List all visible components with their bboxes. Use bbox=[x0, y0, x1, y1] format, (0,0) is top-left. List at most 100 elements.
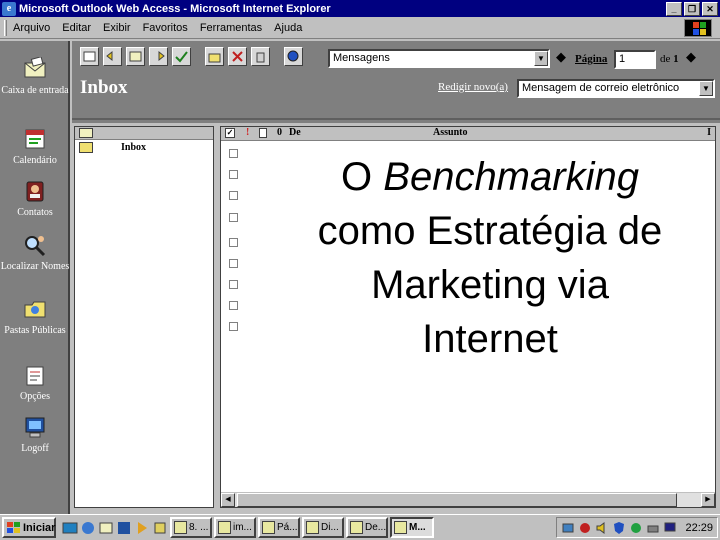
message-row-checkbox[interactable] bbox=[229, 322, 238, 331]
check-names-icon[interactable] bbox=[172, 47, 191, 66]
page-label: Página bbox=[575, 53, 608, 65]
next-page-icon[interactable]: ◆ bbox=[686, 49, 696, 65]
importance-column[interactable]: ! bbox=[246, 127, 249, 138]
reply-icon[interactable] bbox=[103, 47, 122, 66]
sidebar-item-label: Localizar Nomes bbox=[0, 261, 70, 272]
page-of-label: de bbox=[660, 53, 671, 65]
trash-icon[interactable] bbox=[251, 47, 270, 66]
chevron-down-icon[interactable]: ▼ bbox=[699, 81, 713, 96]
item-type-icon[interactable] bbox=[259, 128, 267, 138]
task-icon bbox=[306, 521, 319, 534]
taskbar-task[interactable]: im... bbox=[214, 517, 256, 538]
quick-launch bbox=[62, 520, 168, 536]
message-row-checkbox[interactable] bbox=[229, 191, 238, 200]
column-subject[interactable]: Assunto bbox=[433, 127, 467, 138]
sidebar-item-public-folders[interactable]: Pastas Públicas bbox=[0, 297, 70, 337]
sidebar-item-contacts[interactable]: Contatos bbox=[0, 179, 70, 219]
view-select-value: Mensagens bbox=[333, 52, 390, 64]
sidebar-item-calendar[interactable]: Calendário bbox=[0, 127, 70, 167]
slide-title-line2: como Estratégia de bbox=[317, 209, 663, 253]
sidebar-item-find-names[interactable]: Localizar Nomes bbox=[0, 233, 70, 273]
message-row-checkbox[interactable] bbox=[229, 280, 238, 289]
task-icon bbox=[262, 521, 275, 534]
internet-explorer-icon[interactable] bbox=[80, 520, 96, 536]
volume-icon[interactable] bbox=[595, 521, 609, 535]
scroll-left-icon[interactable]: ◀ bbox=[221, 493, 235, 507]
start-button[interactable]: Iniciar bbox=[2, 517, 56, 538]
scroll-right-icon[interactable]: ▶ bbox=[701, 493, 715, 507]
sidebar-item-logoff[interactable]: Logoff bbox=[0, 415, 70, 455]
message-row-checkbox[interactable] bbox=[229, 301, 238, 310]
messenger-icon[interactable] bbox=[629, 521, 643, 535]
sidebar-item-label: Logoff bbox=[21, 443, 49, 454]
options-icon bbox=[22, 363, 48, 387]
attachment-icon[interactable]: 0 bbox=[277, 127, 282, 138]
chevron-down-icon[interactable]: ▼ bbox=[534, 51, 548, 66]
folder-item-inbox[interactable]: Inbox bbox=[75, 140, 213, 156]
menu-view[interactable]: Exibir bbox=[103, 22, 131, 34]
antivirus-icon[interactable] bbox=[578, 521, 592, 535]
column-size[interactable]: I bbox=[707, 127, 711, 138]
delete-icon[interactable] bbox=[228, 47, 247, 66]
outlook-icon[interactable] bbox=[98, 520, 114, 536]
paint-icon[interactable] bbox=[152, 520, 168, 536]
word-icon[interactable] bbox=[116, 520, 132, 536]
horizontal-scrollbar[interactable]: ◀ ▶ bbox=[221, 492, 715, 507]
display-icon[interactable] bbox=[663, 521, 677, 535]
desktop-icon[interactable] bbox=[62, 520, 78, 536]
prev-page-icon[interactable]: ◆ bbox=[556, 49, 566, 65]
page-input[interactable]: 1 bbox=[614, 50, 656, 69]
taskbar-task[interactable]: Di... bbox=[302, 517, 344, 538]
menu-favorites[interactable]: Favoritos bbox=[143, 22, 188, 34]
taskbar-task[interactable]: De... bbox=[346, 517, 388, 538]
close-button[interactable]: ✕ bbox=[702, 1, 718, 16]
task-icon bbox=[218, 521, 231, 534]
slide-title-line3: Marketing via bbox=[371, 263, 609, 307]
taskbar-task[interactable]: Pá... bbox=[258, 517, 300, 538]
up-folder-icon[interactable] bbox=[79, 128, 93, 138]
forward-icon[interactable] bbox=[149, 47, 168, 66]
view-select[interactable]: Mensagens ▼ bbox=[328, 49, 550, 68]
message-row-checkbox[interactable] bbox=[229, 213, 238, 222]
compose-type-select[interactable]: Mensagem de correio eletrônico ▼ bbox=[517, 79, 715, 98]
windows-flag-icon bbox=[7, 521, 21, 534]
move-icon[interactable] bbox=[205, 47, 224, 66]
select-all-checkbox[interactable]: ✓ bbox=[225, 128, 235, 138]
system-tray: 22:29 bbox=[556, 517, 718, 538]
shield-icon[interactable] bbox=[612, 521, 626, 535]
address-book-icon[interactable] bbox=[284, 47, 303, 66]
task-icon bbox=[174, 521, 187, 534]
minimize-button[interactable]: _ bbox=[666, 1, 682, 16]
menu-help[interactable]: Ajuda bbox=[274, 22, 302, 34]
printer-icon[interactable] bbox=[646, 521, 660, 535]
clock: 22:29 bbox=[685, 521, 713, 534]
scroll-thumb[interactable] bbox=[237, 493, 677, 507]
network-icon[interactable] bbox=[561, 521, 575, 535]
window-title: Microsoft Outlook Web Access - Microsoft… bbox=[19, 2, 331, 15]
window-controls: _ ❐ ✕ bbox=[666, 1, 718, 16]
message-row-checkbox[interactable] bbox=[229, 170, 238, 179]
media-player-icon[interactable] bbox=[134, 520, 150, 536]
menu-bar: Arquivo Editar Exibir Favoritos Ferramen… bbox=[0, 17, 720, 39]
message-row-checkbox[interactable] bbox=[229, 149, 238, 158]
column-from[interactable]: De bbox=[289, 127, 301, 138]
compose-new-link[interactable]: Redigir novo(a) bbox=[438, 81, 508, 93]
toolbar-grip[interactable] bbox=[4, 19, 7, 36]
message-row-checkbox[interactable] bbox=[229, 259, 238, 268]
taskbar-task[interactable]: 8. ... bbox=[170, 517, 212, 538]
taskbar-task-active[interactable]: M... bbox=[390, 517, 434, 538]
taskbar: Iniciar 8. ... im... Pá... Di... De... M… bbox=[0, 514, 720, 540]
sidebar-item-options[interactable]: Opções bbox=[0, 363, 70, 403]
message-row-checkbox[interactable] bbox=[229, 238, 238, 247]
sidebar-item-inbox[interactable]: Caixa de entrada bbox=[0, 56, 70, 97]
new-message-icon[interactable] bbox=[80, 47, 99, 66]
menu-tools[interactable]: Ferramentas bbox=[200, 22, 262, 34]
menu-file[interactable]: Arquivo bbox=[13, 22, 50, 34]
menu-edit[interactable]: Editar bbox=[62, 22, 91, 34]
restore-button[interactable]: ❐ bbox=[684, 1, 700, 16]
reply-all-icon[interactable] bbox=[126, 47, 145, 66]
slide-title: O Benchmarking como Estratégia de Market… bbox=[260, 150, 720, 366]
inbox-folder-icon bbox=[79, 142, 93, 153]
page-total: 1 bbox=[673, 53, 679, 65]
logoff-icon bbox=[22, 415, 48, 439]
